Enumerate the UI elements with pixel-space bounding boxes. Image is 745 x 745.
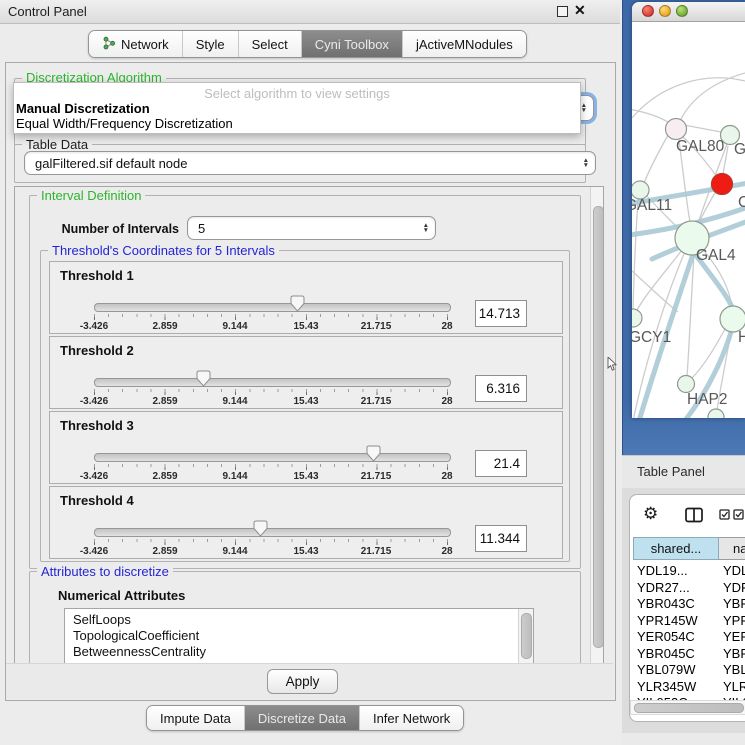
- table-row[interactable]: YPR145WYPR1: [633, 612, 745, 629]
- bottom-tabbar: Impute Data Discretize Data Infer Networ…: [146, 705, 464, 731]
- network-icon: [102, 36, 116, 53]
- tab-select[interactable]: Select: [239, 31, 302, 57]
- thresholds-group: Threshold's Coordinates for 5 Intervals …: [40, 250, 570, 562]
- table-panel-title: Table Panel: [637, 464, 705, 479]
- threshold-3-slider[interactable]: [94, 453, 451, 462]
- settings-scrollbar[interactable]: [590, 187, 604, 663]
- table-row[interactable]: YER054CYER0: [633, 628, 745, 645]
- top-tabbar: Network Style Select Cyni Toolbox jActiv…: [88, 30, 527, 58]
- network-window-titlebar[interactable]: [632, 2, 745, 22]
- node-label-gal4: GAL4: [696, 247, 736, 264]
- node-label-ga: GA: [734, 141, 745, 158]
- attributes-group-title: Attributes to discretize: [37, 564, 173, 579]
- threshold-3-slider-thumb[interactable]: [366, 445, 381, 462]
- close-traffic-light[interactable]: [642, 5, 654, 17]
- tab-discretize-data[interactable]: Discretize Data: [245, 706, 360, 730]
- combo-stepper-icon: ▲▼: [583, 158, 589, 168]
- network-node[interactable]: [666, 119, 687, 140]
- threshold-2-slider-thumb[interactable]: [196, 370, 211, 387]
- popup-item-manual[interactable]: Manual Discretization: [16, 101, 150, 116]
- num-intervals-combo[interactable]: 5 ▲▼: [187, 216, 436, 240]
- minimize-traffic-light[interactable]: [659, 5, 671, 17]
- tab-jactivemnodules[interactable]: jActiveMNodules: [403, 31, 526, 57]
- table-data-title: Table Data: [22, 137, 92, 152]
- threshold-2-slider[interactable]: [94, 378, 451, 387]
- node-label-gal11: GAL11: [632, 197, 672, 214]
- num-intervals-value: 5: [198, 221, 205, 236]
- tab-infer-network[interactable]: Infer Network: [360, 706, 463, 730]
- column-header-name[interactable]: na: [719, 537, 745, 560]
- node-label-gcy1: GCY1: [632, 329, 671, 346]
- numerical-attributes-label: Numerical Attributes: [58, 588, 185, 603]
- threshold-2-value-field[interactable]: 6.316: [475, 375, 527, 402]
- tab-style[interactable]: Style: [183, 31, 239, 57]
- threshold-4-panel: Threshold 4 -3.426 2.859 9.144 15.43 21.…: [49, 486, 563, 559]
- tab-impute-data[interactable]: Impute Data: [147, 706, 245, 730]
- thresholds-group-title: Threshold's Coordinates for 5 Intervals: [48, 243, 279, 258]
- threshold-1-slider[interactable]: [94, 303, 451, 312]
- column-header-shared[interactable]: shared...: [633, 537, 719, 560]
- table-row[interactable]: YLR345WYLR3: [633, 678, 745, 695]
- interval-group-title: Interval Definition: [37, 188, 145, 203]
- zoom-traffic-light[interactable]: [676, 5, 688, 17]
- table-data-combo-value: galFiltered.sif default node: [35, 156, 187, 171]
- application-window: Control Panel ✕ Network Style Select Cyn…: [0, 0, 745, 745]
- threshold-3-value-field[interactable]: 21.4: [475, 450, 527, 477]
- checkbox-checked-icon[interactable]: [733, 509, 744, 520]
- checkbox-checked-icon[interactable]: [719, 509, 730, 520]
- threshold-2-panel: Threshold 2 -3.426 2.859 9.144 15.43 21.…: [49, 336, 563, 409]
- node-label-gal80: GAL80: [676, 138, 725, 155]
- mouse-cursor: [607, 357, 618, 372]
- tab-network-label: Network: [121, 37, 169, 52]
- gear-icon[interactable]: ⚙: [643, 504, 658, 524]
- network-node[interactable]: [632, 309, 642, 327]
- algorithm-popup: Select algorithm to view settings Manual…: [13, 82, 581, 134]
- interval-group: Interval Definition Number of Intervals …: [29, 195, 581, 569]
- list-scrollbar[interactable]: [518, 609, 533, 664]
- split-view-icon[interactable]: [685, 507, 703, 523]
- settings-scrollpane: Interval Definition Number of Intervals …: [14, 186, 604, 664]
- attributes-list: SelfLoops TopologicalCoefficient Between…: [64, 608, 534, 664]
- table-row[interactable]: YDR27...YDR2: [633, 579, 745, 596]
- popup-hint: Select algorithm to view settings: [14, 86, 580, 101]
- float-window-icon[interactable]: [557, 6, 568, 17]
- table-row[interactable]: YBL079WYBL0: [633, 661, 745, 678]
- network-canvas[interactable]: GAL80 GA C GAL11 GAL4 GCY1 H HAP2: [632, 21, 745, 418]
- combo-stepper-icon: ▲▼: [581, 103, 587, 113]
- table-panel-titlebar: Table Panel: [622, 455, 745, 489]
- threshold-4-slider[interactable]: [94, 528, 451, 537]
- threshold-1-slider-thumb[interactable]: [290, 295, 305, 312]
- node-label-hap2: HAP2: [687, 391, 728, 408]
- tab-cyni-toolbox[interactable]: Cyni Toolbox: [302, 31, 403, 57]
- table-data-combo[interactable]: galFiltered.sif default node ▲▼: [24, 151, 596, 175]
- network-node-selected[interactable]: [712, 174, 733, 195]
- node-label-c: C: [738, 194, 745, 211]
- close-icon[interactable]: ✕: [574, 2, 586, 19]
- table-row[interactable]: YDL19...YDL1: [633, 562, 745, 579]
- threshold-1-panel: Threshold 1 -3.426 2.859 9.144 15.43 21.…: [49, 261, 563, 334]
- threshold-1-value-field[interactable]: 14.713: [475, 300, 527, 327]
- network-node[interactable]: [678, 376, 695, 393]
- popup-item-equal-width[interactable]: Equal Width/Frequency Discretization: [16, 116, 233, 131]
- table-hscrollbar[interactable]: [630, 700, 745, 715]
- node-label-h: H: [738, 329, 745, 346]
- apply-button[interactable]: Apply: [267, 669, 338, 694]
- table-row[interactable]: YBR045CYBR0: [633, 645, 745, 662]
- list-item[interactable]: TopologicalCoefficient: [73, 628, 199, 643]
- panel-title: Control Panel: [8, 4, 87, 19]
- threshold-3-panel: Threshold 3 -3.426 2.859 9.144 15.43 21.…: [49, 411, 563, 484]
- network-node[interactable]: [708, 409, 724, 418]
- list-item[interactable]: BetweennessCentrality: [73, 644, 206, 659]
- combo-stepper-icon: ▲▼: [423, 223, 429, 233]
- table-body: YDL19...YDL1 YDR27...YDR2 YBR043CYBR0 YP…: [633, 560, 745, 700]
- num-intervals-label: Number of Intervals: [47, 222, 179, 236]
- threshold-4-slider-thumb[interactable]: [253, 520, 268, 537]
- tab-network[interactable]: Network: [89, 31, 183, 57]
- attributes-group: Attributes to discretize Numerical Attri…: [29, 571, 581, 664]
- right-bottom-band: [622, 733, 745, 745]
- control-panel-titlebar: Control Panel ✕: [0, 0, 620, 24]
- threshold-4-value-field[interactable]: 11.344: [475, 525, 527, 552]
- list-item[interactable]: SelfLoops: [73, 612, 131, 627]
- table-row[interactable]: YBR043CYBR0: [633, 595, 745, 612]
